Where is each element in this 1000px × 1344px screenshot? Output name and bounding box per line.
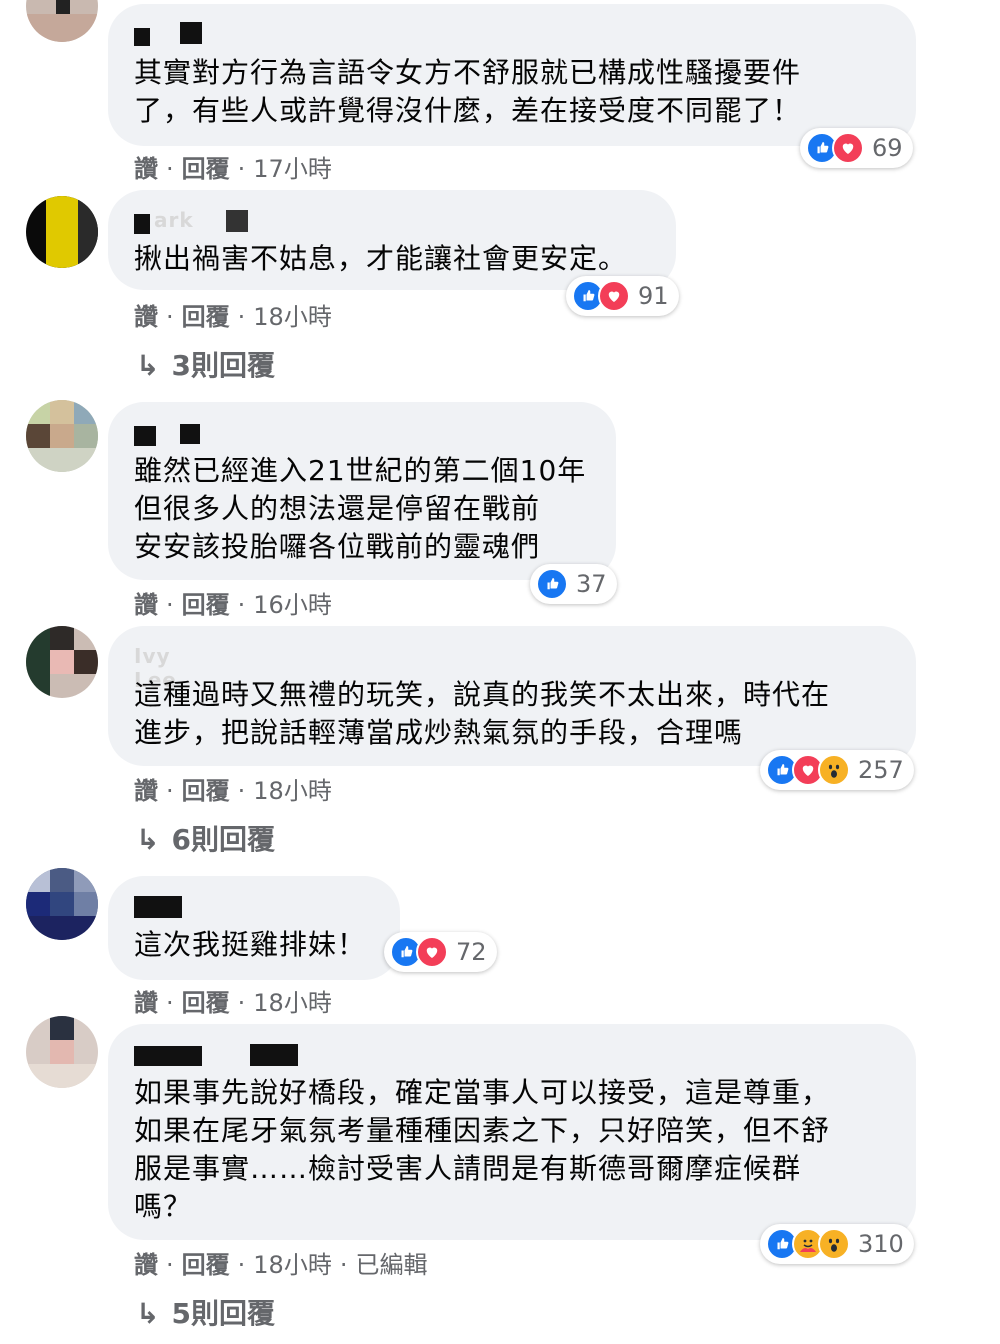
reply-arrow-icon: ↳ xyxy=(136,1297,160,1330)
comment-bubble: 如果事先說好橋段，確定當事人可以接受，這是尊重， 如果在尾牙氣氛考量種種因素之下… xyxy=(108,1024,916,1240)
reaction-count: 69 xyxy=(872,134,903,162)
timestamp[interactable]: 18小時 xyxy=(253,989,332,1017)
reaction-count: 310 xyxy=(858,1230,904,1258)
timestamp[interactable]: 17小時 xyxy=(253,155,332,183)
reply-button[interactable]: 回覆 xyxy=(182,989,230,1017)
replies-label: 5則回覆 xyxy=(171,1297,275,1330)
view-replies-link[interactable]: ↳ 5則回覆 xyxy=(136,1292,275,1332)
reaction-count: 91 xyxy=(638,282,669,310)
comment-text: 如果事先說好橋段，確定當事人可以接受，這是尊重， 如果在尾牙氣氛考量種種因素之下… xyxy=(134,1076,831,1223)
separator-dot: · xyxy=(237,1251,246,1279)
separator-dot: · xyxy=(237,777,246,805)
like-button[interactable]: 讚 xyxy=(134,989,158,1017)
reaction-summary[interactable]: 257 xyxy=(760,750,914,790)
reaction-summary[interactable]: 69 xyxy=(800,128,913,168)
view-replies-link[interactable]: ↳ 6則回覆 xyxy=(136,818,275,858)
love-icon xyxy=(832,132,864,164)
love-icon xyxy=(598,280,630,312)
like-button[interactable]: 讚 xyxy=(134,1251,158,1279)
comment-bubble: Ivy Lee 這種過時又無禮的玩笑，說真的我笑不太出來，時代在 進步，把說話輕… xyxy=(108,626,916,766)
reply-button[interactable]: 回覆 xyxy=(182,303,230,331)
edited-label[interactable]: 已編輯 xyxy=(355,1251,427,1279)
separator-dot: · xyxy=(166,591,174,619)
like-icon xyxy=(536,568,568,600)
separator-dot: · xyxy=(166,303,174,331)
timestamp[interactable]: 16小時 xyxy=(253,591,332,619)
reaction-summary[interactable]: 72 xyxy=(384,932,497,972)
view-replies-link[interactable]: ↳ 3則回覆 xyxy=(136,344,275,384)
separator-dot: · xyxy=(166,1251,174,1279)
reaction-count: 72 xyxy=(456,938,487,966)
reply-button[interactable]: 回覆 xyxy=(182,1251,230,1279)
like-button[interactable]: 讚 xyxy=(134,591,158,619)
separator-dot: · xyxy=(166,777,174,805)
love-icon xyxy=(416,936,448,968)
timestamp[interactable]: 18小時 xyxy=(253,777,332,805)
avatar[interactable] xyxy=(26,1016,98,1088)
like-button[interactable]: 讚 xyxy=(134,155,158,183)
comment-text: 雖然已經進入21世紀的第二個10年 但很多人的想法還是停留在戰前 安安該投胎囉各… xyxy=(134,454,587,563)
reaction-summary[interactable]: 91 xyxy=(566,276,679,316)
reaction-summary[interactable]: 310 xyxy=(760,1224,914,1264)
reaction-summary[interactable]: 37 xyxy=(530,564,617,604)
separator-dot: · xyxy=(339,1251,348,1279)
separator-dot: · xyxy=(237,591,246,619)
replies-label: 6則回覆 xyxy=(171,823,275,856)
timestamp[interactable]: 18小時 xyxy=(253,1251,332,1279)
comment-text: 這種過時又無禮的玩笑，說真的我笑不太出來，時代在 進步，把說話輕薄當成炒熱氣氛的… xyxy=(134,678,831,749)
reaction-count: 37 xyxy=(576,570,607,598)
separator-dot: · xyxy=(166,989,174,1017)
replies-label: 3則回覆 xyxy=(171,349,275,382)
separator-dot: · xyxy=(237,155,246,183)
reply-arrow-icon: ↳ xyxy=(136,823,160,856)
separator-dot: · xyxy=(166,155,174,183)
reply-button[interactable]: 回覆 xyxy=(182,777,230,805)
reply-button[interactable]: 回覆 xyxy=(182,591,230,619)
comment-bubble: ark 揪出禍害不姑息，才能讓社會更安定。 xyxy=(108,190,676,290)
comment-text: 揪出禍害不姑息，才能讓社會更安定。 xyxy=(134,242,628,275)
like-button[interactable]: 讚 xyxy=(134,303,158,331)
wow-icon xyxy=(818,754,850,786)
avatar[interactable] xyxy=(26,0,98,42)
comment-text: 其實對方行為言語令女方不舒服就已構成性騷擾要件 了，有些人或許覺得沒什麼，差在接… xyxy=(134,56,802,127)
separator-dot: · xyxy=(237,989,246,1017)
comment-text: 這次我挺雞排妹！ xyxy=(134,928,367,961)
separator-dot: · xyxy=(237,303,246,331)
wow-icon xyxy=(818,1228,850,1260)
avatar[interactable] xyxy=(26,400,98,472)
like-button[interactable]: 讚 xyxy=(134,777,158,805)
reply-button[interactable]: 回覆 xyxy=(182,155,230,183)
comment-bubble: 其實對方行為言語令女方不舒服就已構成性騷擾要件 了，有些人或許覺得沒什麼，差在接… xyxy=(108,4,916,146)
comment-bubble: 這次我挺雞排妹！ xyxy=(108,876,400,980)
avatar[interactable] xyxy=(26,196,98,268)
reaction-count: 257 xyxy=(858,756,904,784)
reply-arrow-icon: ↳ xyxy=(136,349,160,382)
avatar[interactable] xyxy=(26,626,98,698)
comment-bubble: 雖然已經進入21世紀的第二個10年 但很多人的想法還是停留在戰前 安安該投胎囉各… xyxy=(108,402,616,580)
avatar[interactable] xyxy=(26,868,98,940)
timestamp[interactable]: 18小時 xyxy=(253,303,332,331)
